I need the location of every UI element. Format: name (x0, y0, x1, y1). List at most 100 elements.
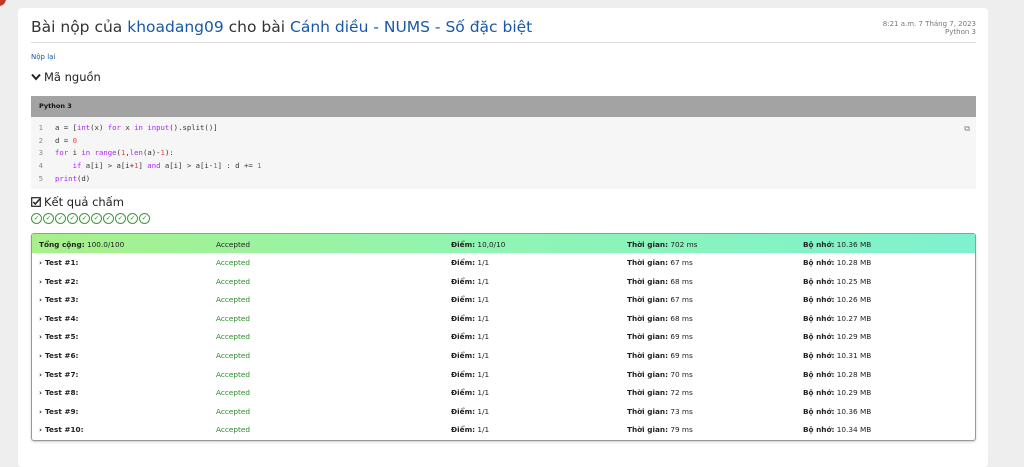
chevron-right-icon: › (39, 258, 43, 267)
test-time: Thời gian: 69 ms (627, 332, 693, 342)
test-name[interactable]: › Test #3: (39, 295, 78, 304)
test-time: Thời gian: 67 ms (627, 295, 693, 305)
test-memory: Bộ nhớ: 10.29 MB (803, 332, 872, 342)
test-status: Accepted (216, 369, 250, 379)
line-number: 5 (38, 173, 43, 183)
line-number: 2 (38, 135, 43, 145)
title-mid: cho bài (223, 18, 290, 36)
submission-language: Python 3 (945, 28, 976, 36)
chevron-right-icon: › (39, 295, 43, 305)
chevron-right-icon: › (39, 406, 43, 416)
test-time: Thời gian: 70 ms (627, 369, 693, 379)
check-circle-icon: ✓ (115, 213, 126, 224)
test-time: Thời gian: 73 ms (627, 406, 693, 416)
results-heading: Kết quả chấm (31, 195, 124, 209)
test-score: Điểm: 1/1 (451, 295, 490, 305)
test-time: Thời gian: 67 ms (627, 258, 693, 267)
check-circle-icon: ✓ (67, 213, 78, 224)
total-row: Tổng cộng: 100.0/100 Accepted Điểm: 10,0… (32, 234, 975, 253)
test-time: Thời gian: 72 ms (627, 388, 693, 398)
test-status: Accepted (216, 313, 250, 323)
test-name[interactable]: › Test #6: (39, 351, 78, 360)
test-score: Điểm: 1/1 (451, 388, 490, 398)
test-row[interactable]: › Test #10: Accepted Điểm: 1/1 Thời gian: 79… (32, 420, 975, 439)
check-circle-icon: ✓ (79, 213, 90, 224)
test-score: Điểm: 1/1 (451, 425, 490, 435)
test-name[interactable]: › Test #5: (39, 332, 78, 341)
check-circle-icon: ✓ (43, 213, 54, 224)
test-status: Accepted (216, 258, 250, 267)
test-score: Điểm: 1/1 (451, 313, 490, 323)
test-memory: Bộ nhớ: 10.31 MB (803, 350, 872, 360)
test-memory: Bộ nhớ: 10.36 MB (803, 406, 872, 416)
test-memory: Bộ nhớ: 10.26 MB (803, 295, 872, 305)
resubmit-link[interactable]: Nộp lại (31, 53, 55, 61)
chevron-right-icon: › (39, 425, 43, 435)
test-name[interactable]: › Test #10: (39, 425, 84, 434)
test-check-list: ✓ ✓ ✓ ✓ ✓ ✓ ✓ ✓ ✓ ✓ (31, 213, 150, 224)
code-text: a = [int(x) for x in input().split()] (55, 123, 218, 132)
chevron-right-icon: › (39, 350, 43, 360)
chevron-right-icon: › (39, 369, 43, 379)
test-time: Thời gian: 79 ms (627, 425, 693, 435)
code-language: Python 3 (31, 96, 976, 117)
test-row[interactable]: › Test #9: Accepted Điểm: 1/1 Thời gian: 73 … (32, 402, 975, 421)
code-text: if a[i] > a[i+1] and a[i] > a[i-1] : d +… (72, 161, 262, 171)
total-points: Tổng cộng: 100.0/100 (39, 240, 125, 249)
test-status: Accepted (216, 332, 250, 342)
test-name[interactable]: › Test #7: (39, 370, 78, 379)
source-label: Mã nguồn (44, 70, 101, 84)
test-time: Thời gian: 68 ms (627, 276, 693, 286)
test-row[interactable]: › Test #7: Accepted Điểm: 1/1 Thời gian: 70 … (32, 365, 975, 384)
test-memory: Bộ nhớ: 10.27 MB (803, 313, 872, 323)
code-line: 4 if a[i] > a[i+1] and a[i] > a[i-1] : d… (31, 160, 976, 173)
check-circle-icon: ✓ (55, 213, 66, 224)
submission-meta: 8:21 a.m. 7 Tháng 7, 2023 Python 3 (883, 20, 976, 36)
test-name[interactable]: › Test #2: (39, 277, 78, 286)
test-row[interactable]: › Test #2: Accepted Điểm: 1/1 Thời gian: 68 … (32, 272, 975, 291)
test-status: Accepted (216, 350, 250, 360)
test-row[interactable]: › Test #5: Accepted Điểm: 1/1 Thời gian: 69 … (32, 327, 975, 346)
test-memory: Bộ nhớ: 10.29 MB (803, 388, 872, 398)
test-name[interactable]: › Test #4: (39, 314, 78, 323)
check-circle-icon: ✓ (127, 213, 138, 224)
submission-panel: Bài nộp của khoadang09 cho bài Cánh diều… (18, 8, 988, 467)
submission-time: 8:21 a.m. 7 Tháng 7, 2023 (882, 20, 976, 28)
source-toggle[interactable]: Mã nguồn (31, 70, 101, 84)
test-row[interactable]: › Test #4: Accepted Điểm: 1/1 Thời gian: 68 … (32, 309, 975, 328)
code-text: print(d) (55, 173, 91, 183)
test-score: Điểm: 1/1 (451, 276, 490, 286)
test-time: Thời gian: 69 ms (627, 350, 693, 360)
page-title: Bài nộp của khoadang09 cho bài Cánh diều… (31, 18, 532, 36)
test-status: Accepted (216, 406, 250, 416)
total-time: Thời gian: 702 ms (627, 240, 698, 249)
source-code-box: Python 3 ⧉ 1 a = [int(x) for x in input()… (31, 96, 976, 189)
test-row[interactable]: › Test #6: Accepted Điểm: 1/1 Thời gian: 69 … (32, 346, 975, 365)
chevron-down-icon (31, 73, 41, 81)
submission-header: Bài nộp của khoadang09 cho bài Cánh diều… (31, 8, 976, 43)
code-line: 2 d = 0 (31, 135, 976, 148)
test-row[interactable]: › Test #1: Accepted Điểm: 1/1 Thời gian: 67 … (32, 253, 975, 272)
code-text: for i in range(1,len(a)-1): (55, 148, 174, 158)
test-name[interactable]: › Test #8: (39, 388, 78, 397)
chevron-right-icon: › (39, 388, 43, 398)
test-score: Điểm: 1/1 (451, 332, 490, 342)
test-status: Accepted (216, 388, 250, 398)
results-table: Tổng cộng: 100.0/100 Accepted Điểm: 10,0… (31, 233, 976, 441)
chevron-right-icon: › (39, 313, 43, 323)
test-memory: Bộ nhớ: 10.28 MB (803, 369, 872, 379)
test-name[interactable]: › Test #9: (39, 407, 78, 416)
checkbox-checked-icon (31, 197, 41, 207)
user-link[interactable]: khoadang09 (127, 18, 224, 36)
code-line: 5 print(d) (31, 173, 976, 186)
problem-link[interactable]: Cánh diều - NUMS - Số đặc biệt (290, 18, 532, 36)
test-row[interactable]: › Test #3: Accepted Điểm: 1/1 Thời gian: 67 … (32, 290, 975, 309)
test-name[interactable]: › Test #1: (39, 258, 78, 267)
test-row[interactable]: › Test #8: Accepted Điểm: 1/1 Thời gian: 72 … (32, 383, 975, 402)
copy-icon[interactable]: ⧉ (964, 124, 970, 134)
code-line: 1 a = [int(x) for x in input().split()] (31, 122, 976, 135)
check-circle-icon: ✓ (91, 213, 102, 224)
test-status: Accepted (216, 276, 250, 286)
chevron-right-icon: › (39, 332, 43, 342)
total-memory: Bộ nhớ: 10.36 MB (803, 240, 872, 249)
